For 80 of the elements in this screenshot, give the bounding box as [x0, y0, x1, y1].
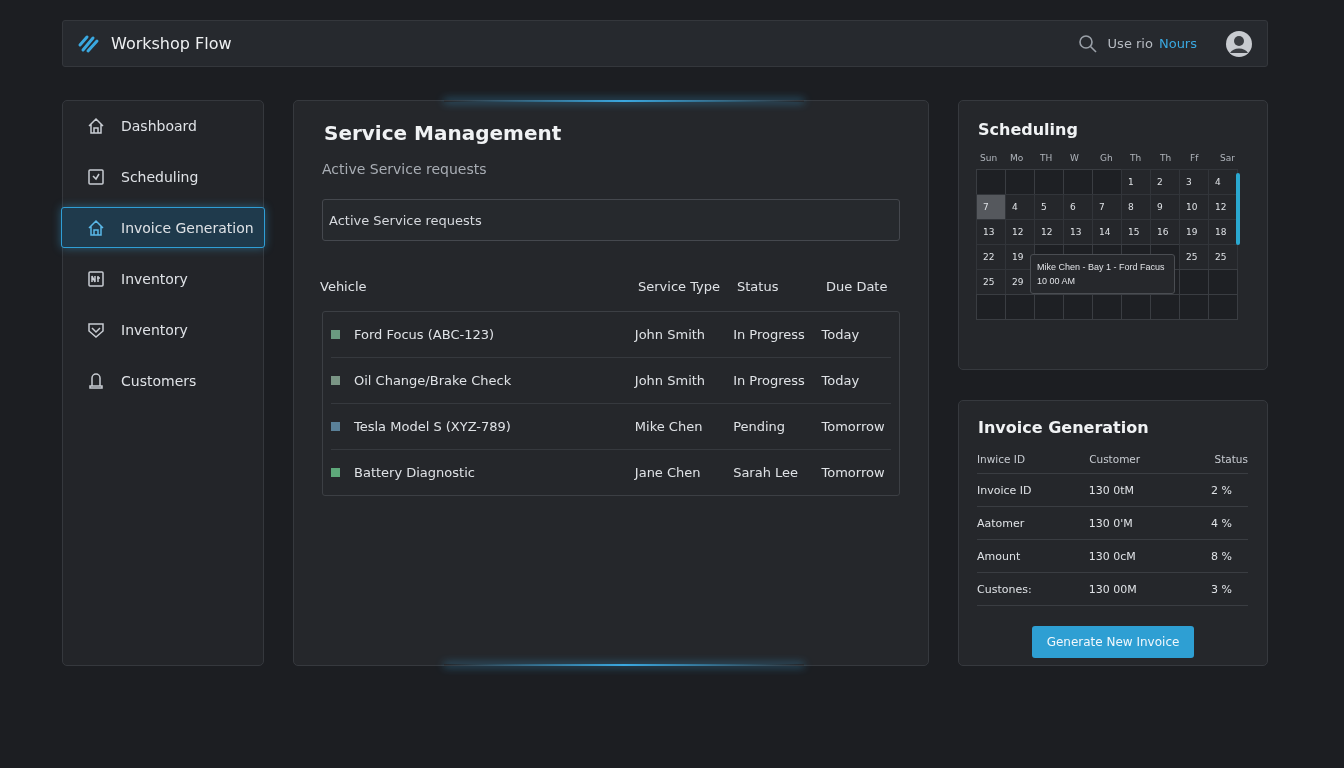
card-title: Invoice Generation	[978, 418, 1150, 437]
table-cell-text: 130 0cM	[1088, 549, 1137, 563]
column-header: Status	[1213, 453, 1248, 465]
table-cell-text: Tomorrow	[821, 419, 886, 434]
table-cell-text: Jane Chen	[634, 465, 702, 480]
table-cell-text: In Progress	[733, 373, 806, 388]
table-cell-text: John Smith	[634, 373, 707, 388]
calendar-cell	[1208, 294, 1238, 320]
table-cell-text: 3 %	[1210, 582, 1233, 596]
house-icon	[86, 217, 106, 238]
table-cell-text: Invoice ID	[977, 483, 1033, 497]
table-cell: Ford Focus (ABC-123)	[354, 327, 495, 342]
weekday-label: Ff	[1189, 153, 1200, 165]
search-icon[interactable]	[1077, 33, 1098, 54]
house-icon	[86, 115, 106, 136]
tag-icon	[86, 268, 106, 289]
weekday-label: Th	[1159, 153, 1173, 165]
calendar-day[interactable]: 1	[1121, 169, 1151, 195]
panel-title: Service Management	[324, 121, 563, 145]
calendar-cell	[1063, 169, 1093, 195]
calendar-cell	[1179, 269, 1209, 295]
table-cell: Oil Change/Brake Check	[354, 373, 512, 388]
table-cell-text: Amount	[977, 549, 1022, 563]
calendar-cell	[976, 169, 1006, 195]
calendar-cell	[976, 294, 1006, 320]
bell-icon	[86, 370, 106, 391]
sidebar-item[interactable]: Invoice Generation	[61, 207, 265, 248]
table-cell-text: Aatomer	[977, 516, 1026, 530]
weekday-label: TH	[1039, 153, 1054, 165]
table-cell-text: 130 00M	[1088, 582, 1138, 596]
table-cell-text: 130 0'M	[1088, 516, 1134, 530]
table-cell-text: Today	[821, 327, 861, 342]
table-cell-text: Tomorrow	[821, 465, 886, 480]
sidebar-item[interactable]: Inventory	[63, 258, 263, 299]
app-title: Workshop Flow	[111, 34, 232, 53]
table-cell-text: Custones:	[977, 582, 1033, 596]
weekday-label: Th	[1129, 153, 1143, 165]
table-cell-text: In Progress	[733, 327, 806, 342]
column-header: Customer	[1089, 453, 1142, 465]
column-header: Status	[737, 279, 780, 296]
calendar-cell	[1208, 269, 1238, 295]
column-header: Due Date	[826, 279, 889, 296]
calendar-cell	[1005, 169, 1035, 195]
avatar-icon[interactable]	[1225, 29, 1253, 58]
search-link[interactable]: Nours	[1158, 36, 1197, 51]
calendar-cell	[1179, 294, 1209, 320]
calendar-day[interactable]: 7	[976, 194, 1006, 220]
event-title: Mike Chen - Bay 1 - Ford Facus	[1037, 261, 1166, 274]
weekday-label: Sar	[1219, 153, 1236, 165]
sidebar-item[interactable]: Scheduling	[63, 156, 263, 197]
calendar-cell	[1092, 169, 1122, 195]
sidebar-item[interactable]: Dashboard	[63, 105, 263, 146]
table-cell-text: Sarah Lee	[733, 465, 800, 480]
weekday-label: Mo	[1009, 153, 1025, 165]
table-cell-text: 2 %	[1210, 483, 1233, 497]
table-cell-text: 8 %	[1210, 549, 1233, 563]
sidebar-item[interactable]: Inventory	[63, 309, 263, 350]
calendar-icon	[86, 166, 106, 187]
column-header: Vehicle	[320, 279, 368, 296]
column-header: Inwice ID	[977, 453, 1026, 465]
event-time: 10 00 AM	[1037, 275, 1077, 288]
table-cell-text: 4 %	[1210, 516, 1233, 530]
table-cell-text: 130 0tM	[1088, 483, 1135, 497]
card-title: Scheduling	[978, 120, 1079, 139]
calendar-cell	[1034, 169, 1064, 195]
table-cell-text: John Smith	[634, 327, 707, 342]
weekday-label: Gh	[1099, 153, 1114, 165]
sidebar-item[interactable]: Customers	[63, 360, 263, 401]
panel-subtitle: Active Service requests	[322, 161, 488, 177]
table-cell: Tesla Model S (XYZ-789)	[354, 419, 511, 434]
table-cell-text: Pending	[733, 419, 787, 434]
scrollbar[interactable]	[1236, 173, 1240, 245]
table-cell-text: Today	[821, 373, 861, 388]
column-header: Service Type	[638, 279, 722, 296]
weekday-label: W	[1069, 153, 1080, 165]
weekday-label: Sun	[979, 153, 999, 165]
search-label: Use rio	[1107, 36, 1153, 51]
filter-field[interactable]: Active Service requests	[322, 199, 900, 241]
table-cell: Battery Diagnostic	[354, 465, 475, 480]
table-cell-text: Mike Chen	[634, 419, 704, 434]
